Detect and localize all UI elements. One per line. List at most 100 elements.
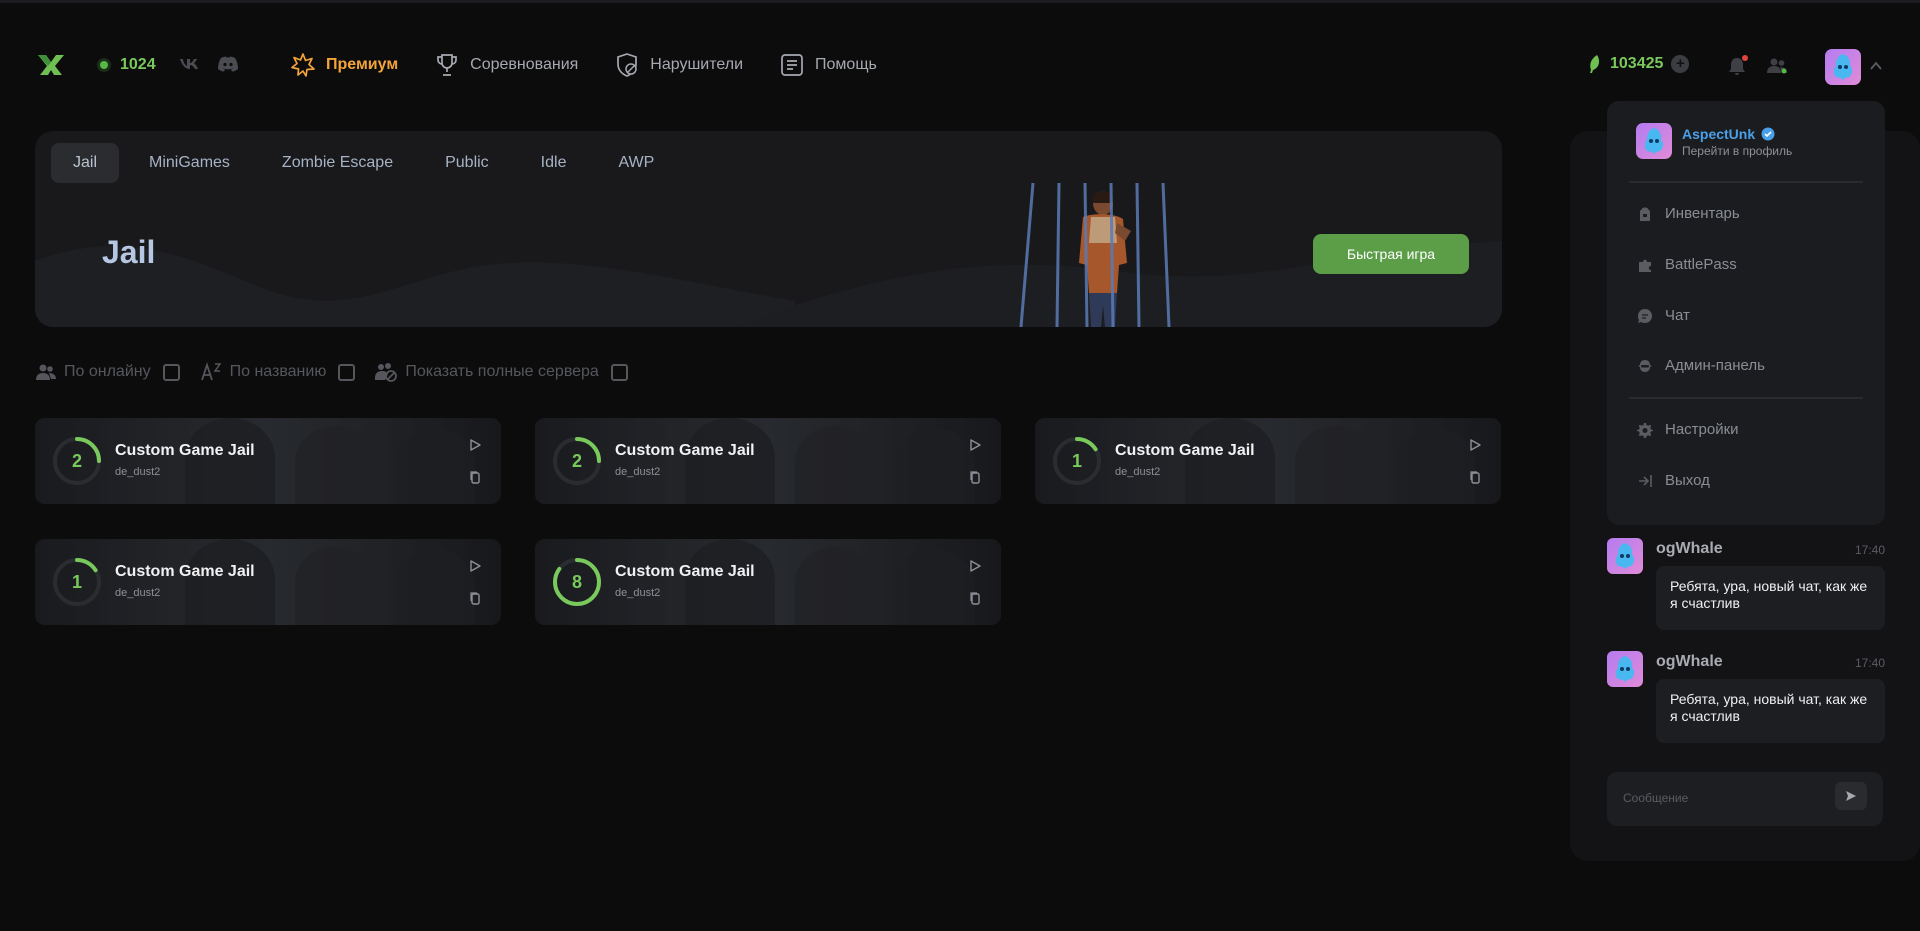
quick-play-button[interactable]: Быстрая игра <box>1313 234 1469 274</box>
shield-icon <box>617 53 638 77</box>
text-sort-icon <box>200 362 222 381</box>
friends-icon[interactable] <box>1766 55 1788 77</box>
copy-icon[interactable] <box>468 591 482 605</box>
message-author[interactable]: ogWhale <box>1656 540 1723 558</box>
server-filters: По онлайну По названию Показать полные с… <box>36 362 634 382</box>
tab-zombie-escape[interactable]: Zombie Escape <box>260 143 415 183</box>
map-preview-background <box>35 418 501 504</box>
notifications-bell-icon[interactable] <box>1726 55 1748 77</box>
server-card[interactable]: 1 Custom Game Jail de_dust2 <box>35 539 501 625</box>
play-icon[interactable] <box>468 438 482 452</box>
tab-awp[interactable]: AWP <box>596 143 676 183</box>
chat-input-box <box>1607 772 1883 826</box>
main-nav: Премиум Соревнования Нарушители Помощь <box>290 52 877 78</box>
map-preview-background <box>535 418 1001 504</box>
window-top-border <box>0 0 1920 3</box>
message-time: 17:40 <box>1855 656 1886 670</box>
menu-item-inventory[interactable]: Инвентарь <box>1637 205 1740 222</box>
server-card[interactable]: 8 Custom Game Jail de_dust2 <box>535 539 1001 625</box>
copy-icon[interactable] <box>468 470 482 484</box>
play-icon[interactable] <box>1468 438 1482 452</box>
copy-icon[interactable] <box>968 470 982 484</box>
puzzle-icon <box>1639 259 1651 272</box>
nav-competitions[interactable]: Соревнования <box>434 52 578 78</box>
tab-jail[interactable]: Jail <box>51 143 120 183</box>
filter-by-online-checkbox[interactable] <box>162 363 180 381</box>
menu-item-label: Выход <box>1665 472 1710 489</box>
logout-icon <box>1639 474 1652 487</box>
server-name: Custom Game Jail <box>115 442 255 459</box>
profile-dropdown-menu: AspectUnk Перейти в профиль Инвентарь Ba… <box>1607 101 1885 525</box>
menu-item-settings[interactable]: Настройки <box>1637 421 1739 438</box>
filter-show-full-checkbox[interactable] <box>610 363 628 381</box>
menu-item-logout[interactable]: Выход <box>1637 472 1710 489</box>
server-name: Custom Game Jail <box>615 442 755 459</box>
server-map: de_dust2 <box>115 587 161 599</box>
menu-divider <box>1629 181 1863 183</box>
copy-icon[interactable] <box>968 591 982 605</box>
server-map: de_dust2 <box>1115 466 1161 478</box>
message-avatar[interactable] <box>1607 651 1643 687</box>
mode-tabs: Jail MiniGames Zombie Escape Public Idle… <box>51 143 676 183</box>
filter-label: Показать полные сервера <box>405 363 599 380</box>
player-count: 1 <box>71 572 82 592</box>
trophy-icon <box>437 54 458 76</box>
tab-idle[interactable]: Idle <box>519 143 589 183</box>
play-icon[interactable] <box>468 559 482 573</box>
dropdown-username[interactable]: AspectUnk <box>1682 126 1775 142</box>
menu-item-chat[interactable]: Чат <box>1637 307 1690 324</box>
send-button[interactable] <box>1835 782 1867 810</box>
nav-help[interactable]: Помощь <box>779 52 877 78</box>
message-text: Ребята, ура, новый чат, как же я счастли… <box>1656 679 1885 743</box>
tab-minigames[interactable]: MiniGames <box>127 143 252 183</box>
discord-icon[interactable] <box>217 54 239 74</box>
play-icon[interactable] <box>968 559 982 573</box>
top-header: 1024 Премиум Соревнования Нарушители Пом… <box>0 40 1920 94</box>
menu-item-label: Инвентарь <box>1665 205 1740 222</box>
message-avatar[interactable] <box>1607 538 1643 574</box>
server-card[interactable]: 2 Custom Game Jail de_dust2 <box>35 418 501 504</box>
leaf-currency-icon <box>1590 55 1600 73</box>
dropdown-avatar[interactable] <box>1636 123 1672 159</box>
nav-label: Премиум <box>326 56 399 73</box>
map-preview-background <box>535 539 1001 625</box>
notification-badge <box>1742 55 1748 61</box>
nav-violators[interactable]: Нарушители <box>614 52 743 78</box>
online-count: 1024 <box>120 56 156 73</box>
tab-public[interactable]: Public <box>423 143 511 183</box>
filter-by-online[interactable]: По онлайну <box>36 363 180 381</box>
filter-show-full[interactable]: Показать полные сервера <box>375 362 628 382</box>
menu-divider <box>1629 397 1863 399</box>
server-map: de_dust2 <box>615 587 661 599</box>
site-logo-icon[interactable] <box>36 51 66 77</box>
vk-icon[interactable] <box>178 54 200 74</box>
chat-message-input[interactable] <box>1623 786 1823 810</box>
copy-icon[interactable] <box>1468 470 1482 484</box>
server-card[interactable]: 2 Custom Game Jail de_dust2 <box>535 418 1001 504</box>
nav-label: Нарушители <box>650 56 744 73</box>
filter-by-name[interactable]: По названию <box>200 362 356 382</box>
chat-bubble-icon <box>1638 308 1652 323</box>
balance-value: 103425 <box>1610 55 1664 72</box>
nav-label: Помощь <box>815 56 877 73</box>
menu-item-battlepass[interactable]: BattlePass <box>1637 256 1737 273</box>
player-count: 2 <box>571 451 582 471</box>
add-funds-button[interactable]: + <box>1671 55 1690 73</box>
profile-link[interactable]: Перейти в профиль <box>1682 144 1792 158</box>
users-icon <box>36 364 56 380</box>
admin-icon <box>1638 359 1652 372</box>
play-icon[interactable] <box>968 438 982 452</box>
menu-item-admin-panel[interactable]: Админ-панель <box>1637 357 1765 374</box>
chevron-up-icon[interactable] <box>1869 59 1883 73</box>
server-name: Custom Game Jail <box>1115 442 1255 459</box>
group-block-icon <box>375 363 398 382</box>
user-avatar[interactable] <box>1825 49 1861 85</box>
message-time: 17:40 <box>1855 543 1886 557</box>
server-card[interactable]: 1 Custom Game Jail de_dust2 <box>1035 418 1501 504</box>
nav-label: Соревнования <box>470 56 579 73</box>
nav-premium[interactable]: Премиум <box>290 52 398 78</box>
menu-item-label: BattlePass <box>1665 256 1737 273</box>
mode-banner: Jail MiniGames Zombie Escape Public Idle… <box>35 131 1502 327</box>
message-author[interactable]: ogWhale <box>1656 653 1723 671</box>
filter-by-name-checkbox[interactable] <box>338 363 356 381</box>
